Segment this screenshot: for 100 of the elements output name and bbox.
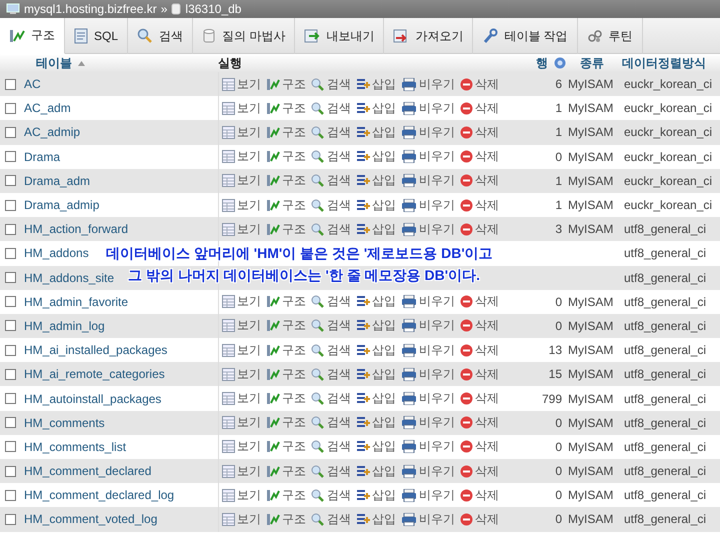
action-link[interactable]: 비우기 [401,124,455,141]
action-link[interactable]: 삽입 [356,510,396,528]
action-link[interactable]: 삽입 [356,293,396,310]
table-link[interactable]: HM_comments [24,416,105,430]
action-link[interactable]: 검색 [311,220,351,238]
table-link[interactable]: HM_comment_declared_log [24,488,174,502]
action-link[interactable]: 보기 [222,196,261,214]
checkbox[interactable] [5,224,16,235]
action-link[interactable]: 보기 [222,342,261,359]
column-header[interactable]: 테이블 [36,54,72,72]
action-link[interactable]: 삭제 [460,220,499,238]
action-link[interactable]: 보기 [222,293,261,310]
action-link[interactable]: 검색 [311,462,351,480]
action-link[interactable]: 구조 [266,366,306,383]
table-link[interactable]: HM_admin_favorite [24,294,128,309]
table-link[interactable]: HM_comments_list [24,440,126,454]
action-link[interactable]: 검색 [311,148,351,166]
action-link[interactable]: 구조 [266,196,306,214]
action-link[interactable]: 삽입 [356,366,396,383]
action-link[interactable]: 보기 [222,220,261,238]
action-link[interactable]: 삭제 [460,486,499,504]
action-link[interactable]: 삭제 [460,76,499,93]
action-link[interactable]: 보기 [222,172,261,190]
action-link[interactable]: 삽입 [356,438,396,456]
action-link[interactable]: 구조 [266,342,306,359]
action-link[interactable]: 검색 [311,172,351,190]
checkbox[interactable] [5,126,16,138]
action-link[interactable]: 검색 [311,366,351,383]
table-link[interactable]: HM_addons [24,246,89,260]
action-link[interactable]: 삭제 [460,124,499,141]
action-link[interactable]: 삽입 [356,172,396,190]
action-link[interactable]: 검색 [311,76,351,93]
action-link[interactable]: 삭제 [460,148,499,166]
action-link[interactable]: 비우기 [401,342,455,359]
table-link[interactable]: Drama_admip [24,198,100,212]
checkbox[interactable] [5,248,16,259]
checkbox[interactable] [5,393,16,404]
action-link[interactable]: 구조 [266,510,306,528]
action-link[interactable]: 구조 [266,414,306,432]
tab[interactable]: 구조 [0,18,65,54]
action-link[interactable]: 삽입 [356,196,396,214]
action-link[interactable]: 검색 [311,317,351,334]
action-link[interactable]: 삽입 [356,220,396,238]
action-link[interactable]: 비우기 [401,486,455,504]
table-link[interactable]: HM_admin_log [24,318,105,333]
action-link[interactable]: 보기 [222,124,261,141]
action-link[interactable]: 보기 [222,486,261,504]
database-link[interactable]: l36310_db [185,2,242,16]
checkbox[interactable] [5,78,16,90]
checkbox[interactable] [5,320,16,332]
action-link[interactable]: 삭제 [460,100,499,117]
action-link[interactable]: 보기 [222,100,261,117]
action-link[interactable]: 검색 [311,196,351,214]
action-link[interactable]: 삭제 [460,390,499,408]
action-link[interactable]: 보기 [222,510,261,528]
action-link[interactable]: 구조 [266,390,306,408]
action-link[interactable]: 검색 [311,124,351,141]
action-link[interactable]: 구조 [266,100,306,117]
action-link[interactable]: 보기 [222,462,261,480]
table-link[interactable]: HM_action_forward [24,222,128,236]
action-link[interactable]: 검색 [311,100,351,117]
checkbox[interactable] [5,490,16,501]
action-link[interactable]: 삽입 [356,414,396,432]
action-link[interactable]: 구조 [266,124,306,141]
action-link[interactable]: 삽입 [356,390,396,408]
action-link[interactable]: 구조 [266,76,306,93]
action-link[interactable]: 구조 [266,438,306,456]
action-link[interactable]: 삭제 [460,462,499,480]
table-link[interactable]: AC [24,77,41,92]
action-link[interactable]: 삭제 [460,172,499,190]
action-link[interactable]: 비우기 [401,462,455,480]
action-link[interactable]: 보기 [222,148,261,166]
table-link[interactable]: AC_adm [24,101,71,116]
checkbox[interactable] [5,175,16,186]
action-link[interactable]: 삭제 [460,317,499,334]
help-icon[interactable] [554,57,566,69]
checkbox[interactable] [5,102,16,114]
action-link[interactable]: 검색 [311,414,351,432]
checkbox[interactable] [5,344,16,356]
action-link[interactable]: 삭제 [460,414,499,432]
table-link[interactable]: HM_comment_voted_log [24,512,158,526]
checkbox[interactable] [5,296,16,308]
action-link[interactable]: 삭제 [460,438,499,456]
action-link[interactable]: 삽입 [356,462,396,480]
action-link[interactable]: 구조 [266,317,306,334]
action-link[interactable]: 보기 [222,76,261,93]
action-link[interactable]: 비우기 [401,148,455,166]
server-link[interactable]: mysql1.hosting.bizfree.kr [24,2,157,16]
action-link[interactable]: 비우기 [401,438,455,456]
checkbox[interactable] [5,514,16,525]
action-link[interactable]: 삽입 [356,342,396,359]
action-link[interactable]: 검색 [311,438,351,456]
action-link[interactable]: 삭제 [460,342,499,359]
action-link[interactable]: 구조 [266,462,306,480]
action-link[interactable]: 삽입 [356,148,396,166]
action-link[interactable]: 검색 [311,486,351,504]
action-link[interactable]: 비우기 [401,414,455,432]
table-link[interactable]: HM_ai_installed_packages [24,343,168,358]
table-link[interactable]: HM_addons_site [24,270,114,285]
sort-caret-icon[interactable] [78,60,85,66]
